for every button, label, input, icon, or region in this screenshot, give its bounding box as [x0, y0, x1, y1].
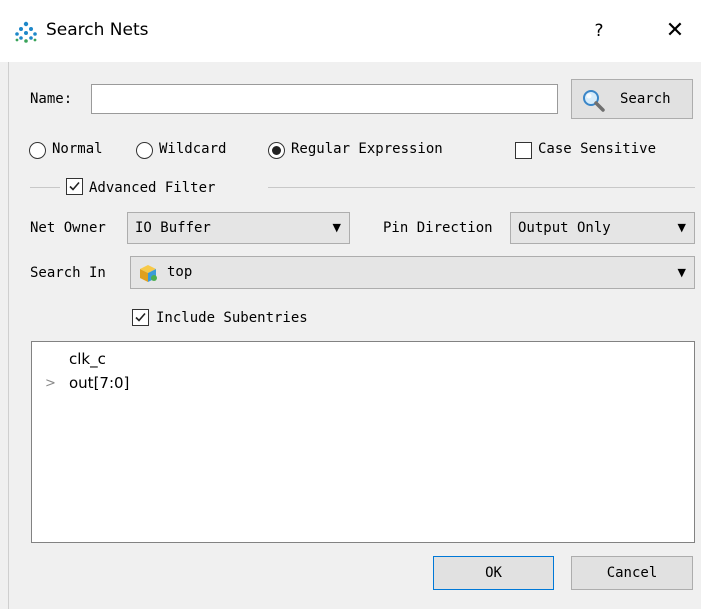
radio-normal[interactable]: [29, 142, 46, 159]
chevron-down-icon: ▼: [677, 221, 686, 234]
net-owner-select[interactable]: IO Buffer ▼: [127, 212, 350, 244]
radio-selected-dot: [272, 146, 281, 155]
group-divider-left: [30, 187, 60, 188]
dialog-title: Search Nets: [46, 20, 149, 40]
pin-direction-value: Output Only: [518, 220, 611, 236]
radio-wildcard-label: Wildcard: [159, 141, 227, 157]
radio-regular-expression-label: Regular Expression: [291, 141, 443, 157]
include-subentries-checkbox[interactable]: [132, 309, 149, 326]
checkmark-icon: [69, 181, 80, 191]
cancel-button[interactable]: Cancel: [571, 556, 693, 590]
case-sensitive-checkbox[interactable]: [515, 142, 532, 159]
checkmark-icon: [135, 312, 146, 322]
pin-direction-label: Pin Direction: [383, 220, 493, 236]
window-border: [8, 62, 9, 609]
pin-direction-select[interactable]: Output Only ▼: [510, 212, 695, 244]
radio-regular-expression[interactable]: [268, 142, 285, 159]
search-button[interactable]: Search: [571, 79, 693, 119]
advanced-filter-label: Advanced Filter: [89, 180, 216, 196]
close-button[interactable]: ✕: [660, 16, 690, 46]
search-nets-dialog: Search Nets ? ✕ Name: Search Normal Wild…: [0, 0, 701, 609]
tree-item-label: clk_c: [69, 350, 106, 368]
case-sensitive-label: Case Sensitive: [538, 141, 657, 157]
tree-item-label: out[7:0]: [69, 374, 130, 392]
name-input[interactable]: [91, 84, 558, 114]
chevron-right-icon[interactable]: >: [45, 376, 56, 391]
tree-item[interactable]: out[7:0]: [69, 374, 129, 392]
ok-button[interactable]: OK: [433, 556, 554, 590]
module-icon: [140, 265, 157, 282]
radio-normal-label: Normal: [52, 141, 103, 157]
advanced-filter-checkbox[interactable]: [66, 178, 83, 195]
magnifier-icon: [583, 90, 605, 112]
name-label: Name:: [30, 91, 73, 107]
chevron-down-icon: ▼: [332, 221, 341, 234]
search-in-value: top: [167, 264, 193, 280]
chevron-down-icon: ▼: [677, 266, 686, 279]
search-button-label: Search: [620, 91, 671, 107]
net-owner-label: Net Owner: [30, 220, 106, 236]
group-divider-right: [268, 187, 695, 188]
net-owner-value: IO Buffer: [135, 220, 211, 236]
search-in-label: Search In: [30, 265, 106, 281]
search-in-select[interactable]: top ▼: [130, 256, 695, 289]
include-subentries-label: Include Subentries: [156, 310, 308, 326]
app-logo-icon: [15, 21, 37, 43]
title-bar: Search Nets ? ✕: [0, 0, 701, 62]
help-button[interactable]: ?: [585, 16, 613, 46]
tree-item[interactable]: clk_c: [69, 350, 106, 368]
results-tree[interactable]: clk_c > out[7:0]: [31, 341, 695, 543]
radio-wildcard[interactable]: [136, 142, 153, 159]
